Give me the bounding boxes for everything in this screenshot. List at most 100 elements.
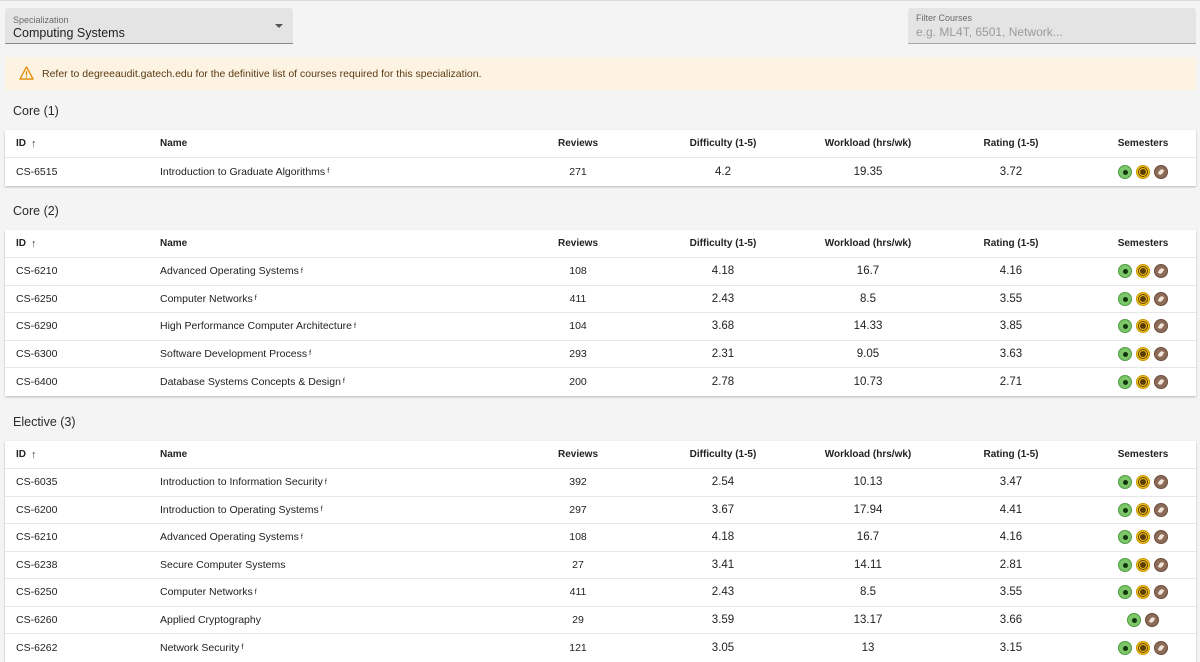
reviews-column-header[interactable]: Reviews (540, 230, 616, 257)
summer-semester-icon (1136, 291, 1150, 306)
course-reviews: 411 (540, 579, 616, 606)
semesters-column-header[interactable]: Semesters (1105, 230, 1181, 257)
fall-semester-icon (1154, 291, 1168, 306)
table-row[interactable]: CS-6250 Computer Networks f 411 2.43 8.5 3.55 (5, 579, 1196, 607)
sort-ascending-icon[interactable]: ↑ (31, 238, 37, 250)
dropdown-arrow-icon[interactable] (275, 24, 283, 28)
id-column-header[interactable]: ID ↑ (16, 130, 37, 157)
course-reviews: 108 (540, 258, 616, 285)
course-workload-text: 10.13 (853, 476, 883, 489)
workload-column-header[interactable]: Workload (hrs/wk) (805, 230, 931, 257)
course-workload: 8.5 (805, 286, 931, 313)
course-semesters (1105, 579, 1181, 606)
table-row[interactable]: CS-6400 Database Systems Concepts & Desig… (5, 368, 1196, 396)
course-rating: 4.16 (961, 258, 1061, 285)
course-reviews-text: 411 (569, 292, 587, 305)
reviews-column-header[interactable]: Reviews (540, 130, 616, 157)
course-difficulty: 3.59 (675, 607, 771, 634)
course-name-text: Introduction to Operating Systems (160, 503, 319, 516)
course-workload-text: 14.11 (854, 558, 882, 571)
table-row[interactable]: CS-6515 Introduction to Graduate Algorith… (5, 158, 1196, 186)
semesters-column-header[interactable]: Semesters (1105, 130, 1181, 157)
sort-ascending-icon[interactable]: ↑ (31, 449, 37, 461)
foundational-marker: f (254, 588, 257, 596)
fall-semester-icon (1154, 264, 1168, 279)
filter-label: Filter Courses (916, 13, 973, 23)
spring-semester-icon (1127, 612, 1141, 627)
course-workload-text: 10.73 (853, 375, 883, 388)
table-row[interactable]: CS-6210 Advanced Operating Systems f 108 4.1… (5, 258, 1196, 286)
rating-column-header-label: Rating (1-5) (983, 449, 1039, 460)
foundational-marker: f (309, 350, 312, 358)
name-column-header[interactable]: Name (160, 441, 187, 468)
workload-column-header-label: Workload (hrs/wk) (824, 238, 912, 249)
spring-semester-icon (1118, 319, 1132, 334)
table-row[interactable]: CS-6035 Introduction to Information Secur… (5, 469, 1196, 497)
summer-semester-icon (1136, 374, 1150, 389)
course-name: Introduction to Operating Systems f (160, 497, 323, 524)
course-workload: 13.17 (805, 607, 931, 634)
id-column-header[interactable]: ID ↑ (16, 230, 37, 257)
difficulty-column-header[interactable]: Difficulty (1-5) (675, 230, 771, 257)
course-workload: 16.7 (805, 524, 931, 551)
course-id: CS-6210 (16, 258, 57, 285)
rating-column-header[interactable]: Rating (1-5) (961, 441, 1061, 468)
course-reviews-text: 200 (569, 375, 587, 388)
course-id-text: CS-6250 (16, 292, 58, 305)
spring-semester-icon (1118, 640, 1132, 655)
course-id: CS-6400 (16, 368, 57, 396)
rating-column-header[interactable]: Rating (1-5) (961, 130, 1061, 157)
course-id-text: CS-6515 (16, 165, 58, 178)
table-header: ID ↑ Name Reviews Difficulty (1-5) Workload (… (5, 130, 1196, 158)
spring-semester-icon (1118, 374, 1132, 389)
spring-semester-icon (1118, 291, 1132, 306)
workload-column-header[interactable]: Workload (hrs/wk) (805, 441, 931, 468)
course-reviews-text: 297 (569, 503, 587, 516)
course-name: High Performance Computer Architecture f (160, 313, 356, 340)
spring-semester-icon (1118, 475, 1132, 490)
course-name-text: Introduction to Information Security (160, 476, 323, 489)
course-reviews: 108 (540, 524, 616, 551)
workload-column-header[interactable]: Workload (hrs/wk) (805, 130, 931, 157)
course-semesters (1105, 313, 1181, 340)
table-header: ID ↑ Name Reviews Difficulty (1-5) Workload (… (5, 230, 1196, 258)
reviews-column-header[interactable]: Reviews (540, 441, 616, 468)
difficulty-column-header[interactable]: Difficulty (1-5) (675, 441, 771, 468)
course-name: Introduction to Graduate Algorithms f (160, 158, 329, 186)
course-table: ID ↑ Name Reviews Difficulty (1-5) Workload (… (5, 130, 1196, 186)
notice-banner: Refer to degreeaudit.gatech.edu for the … (5, 57, 1196, 90)
filter-courses-field[interactable]: Filter Courses (908, 8, 1196, 44)
course-reviews-text: 108 (569, 531, 587, 544)
difficulty-column-header[interactable]: Difficulty (1-5) (675, 130, 771, 157)
semesters-column-header[interactable]: Semesters (1105, 441, 1181, 468)
fall-semester-icon (1154, 475, 1168, 490)
course-id: CS-6035 (16, 469, 57, 496)
table-row[interactable]: CS-6300 Software Development Process f 293 2… (5, 341, 1196, 368)
table-row[interactable]: CS-6200 Introduction to Operating Systems… (5, 497, 1196, 524)
sort-ascending-icon[interactable]: ↑ (31, 138, 37, 150)
table-row[interactable]: CS-6210 Advanced Operating Systems f 108 4.1… (5, 524, 1196, 552)
fall-semester-icon (1154, 530, 1168, 545)
course-semesters (1105, 341, 1181, 368)
filter-input[interactable] (916, 25, 1186, 39)
name-column-header[interactable]: Name (160, 230, 187, 257)
course-workload-text: 9.05 (856, 347, 880, 360)
course-workload-text: 8.5 (860, 292, 876, 305)
table-row[interactable]: CS-6260 Applied Cryptography 29 3.59 13.17 3.… (5, 607, 1196, 634)
fall-semester-icon (1154, 374, 1168, 389)
name-column-header[interactable]: Name (160, 130, 187, 157)
specialization-select[interactable]: Specialization Computing Systems (5, 8, 293, 44)
course-rating: 2.81 (961, 552, 1061, 579)
id-column-header[interactable]: ID ↑ (16, 441, 37, 468)
course-difficulty: 4.2 (675, 158, 771, 186)
table-row[interactable]: CS-6238 Secure Computer Systems 27 3.41 14.1… (5, 552, 1196, 579)
table-row[interactable]: CS-6262 Network Security f 121 3.05 13 3.15 (5, 634, 1196, 662)
course-workload: 9.05 (805, 341, 931, 368)
table-row[interactable]: CS-6250 Computer Networks f 411 2.43 8.5 3.55 (5, 286, 1196, 313)
course-difficulty-text: 3.41 (711, 558, 735, 571)
course-name-text: Database Systems Concepts & Design (160, 375, 341, 388)
course-rating: 4.16 (961, 524, 1061, 551)
table-row[interactable]: CS-6290 High Performance Computer Archite… (5, 313, 1196, 341)
rating-column-header[interactable]: Rating (1-5) (961, 230, 1061, 257)
spring-semester-icon (1118, 502, 1132, 517)
